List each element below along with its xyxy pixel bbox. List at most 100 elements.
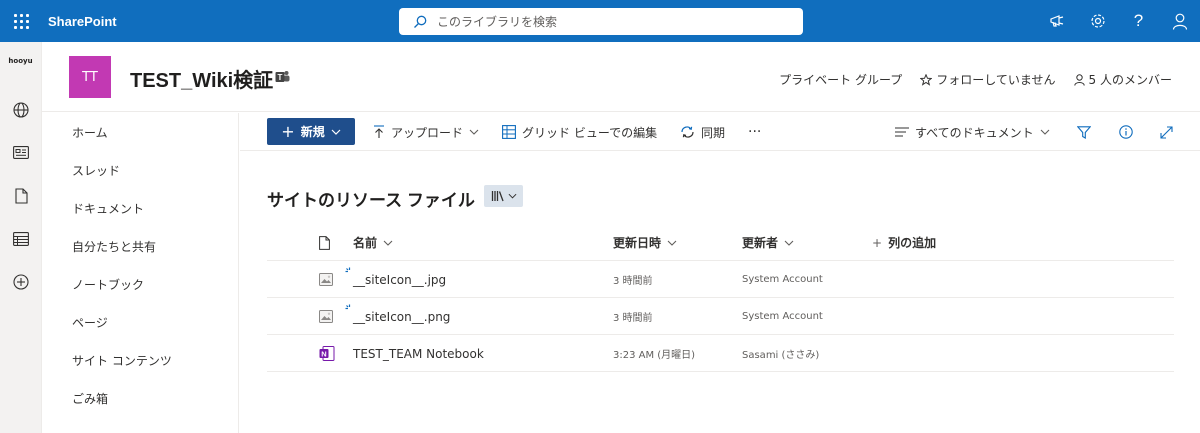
modified-cell: 3 時間前 xyxy=(613,276,653,287)
list-icon xyxy=(13,231,29,246)
nav-item[interactable]: ホーム xyxy=(42,113,238,151)
modified-by-cell[interactable]: System Account xyxy=(742,261,823,298)
chevron-down-icon xyxy=(1040,129,1050,135)
more-commands-button[interactable]: ··· xyxy=(748,113,761,151)
file-name-link[interactable]: __siteIcon__.png xyxy=(353,298,450,335)
site-title[interactable]: TEST_Wiki検証 xyxy=(130,64,273,93)
modified-column-label: 更新日時 xyxy=(613,236,662,250)
name-column-header[interactable]: 名前 xyxy=(353,224,393,261)
follow-button[interactable]: フォローしていません xyxy=(920,71,1056,88)
chevron-down-icon xyxy=(469,129,479,135)
chevron-down-icon xyxy=(331,129,341,135)
left-navigation: ホーム スレッド ドキュメント 自分たちと共有 ノートブック ページ サイト コンテンツ ごみ… xyxy=(42,113,239,433)
document-icon xyxy=(14,187,28,204)
app-rail: hooyu xyxy=(0,42,42,433)
nav-item[interactable]: ドキュメント xyxy=(42,189,238,227)
settings-button[interactable] xyxy=(1077,0,1118,42)
svg-text:T: T xyxy=(278,73,283,82)
modified-by-column-label: 更新者 xyxy=(742,236,779,250)
new-button[interactable]: + 新規 xyxy=(267,118,355,145)
person-icon xyxy=(1172,13,1187,30)
rail-create-button[interactable] xyxy=(0,260,42,303)
more-icon: ··· xyxy=(748,124,762,140)
add-column-label: 列の追加 xyxy=(888,236,937,250)
name-column-label: 名前 xyxy=(353,236,378,250)
privacy-label: プライベート グループ xyxy=(779,73,903,87)
rail-lists-button[interactable] xyxy=(0,217,42,260)
members-button[interactable]: 5 人のメンバー xyxy=(1073,71,1172,88)
modified-cell: 3:23 AM (月曜日) xyxy=(613,350,696,361)
image-file-icon xyxy=(319,261,333,298)
table-row[interactable]: __siteIcon__.png 3 時間前 System Account xyxy=(267,298,1174,335)
nav-item[interactable]: ノートブック xyxy=(42,265,238,303)
onenote-icon: N xyxy=(319,335,335,372)
app-launcher-button[interactable] xyxy=(0,0,42,42)
suite-bar: SharePoint ? xyxy=(0,0,1200,42)
details-pane-button[interactable] xyxy=(1119,113,1133,151)
grid-edit-label: グリッド ビューでの編集 xyxy=(522,125,658,140)
view-switcher[interactable] xyxy=(484,185,523,207)
person-icon xyxy=(1073,73,1085,86)
view-selector[interactable]: すべてのドキュメント xyxy=(895,113,1050,151)
list-header: 名前 更新日時 更新者 + 列の追加 xyxy=(267,224,1174,261)
app-name-link[interactable]: SharePoint xyxy=(48,14,117,29)
modified-by-column-header[interactable]: 更新者 xyxy=(742,224,794,261)
account-button[interactable] xyxy=(1159,0,1200,42)
sync-button[interactable]: 同期 xyxy=(680,113,725,151)
chevron-down-icon xyxy=(784,240,794,246)
grid-icon xyxy=(502,125,516,139)
modified-column-header[interactable]: 更新日時 xyxy=(613,224,677,261)
lines-icon xyxy=(895,127,909,137)
svg-text:N: N xyxy=(321,350,326,359)
org-logo[interactable]: hooyu xyxy=(0,42,41,88)
modified-by-cell[interactable]: System Account xyxy=(742,298,823,335)
upload-label: アップロード xyxy=(391,125,464,140)
waffle-icon xyxy=(13,13,29,29)
document-icon xyxy=(319,235,330,250)
nav-item[interactable]: ごみ箱 xyxy=(42,379,238,417)
search-icon xyxy=(414,15,427,28)
library-title: サイトのリソース ファイル xyxy=(267,191,475,210)
upload-icon xyxy=(374,125,384,138)
nav-item[interactable]: サイト コンテンツ xyxy=(42,341,238,379)
nav-item[interactable]: ページ xyxy=(42,303,238,341)
document-list: 名前 更新日時 更新者 + 列の追加 __siteIcon__.jpg 3 時間前… xyxy=(267,224,1174,372)
rail-news-button[interactable] xyxy=(0,131,42,174)
search-box[interactable] xyxy=(399,8,803,35)
chevron-down-icon xyxy=(667,240,677,246)
gear-icon xyxy=(1090,14,1105,28)
filter-icon xyxy=(1077,125,1091,139)
follow-label: フォローしていません xyxy=(936,73,1056,87)
teams-icon[interactable]: T xyxy=(275,70,290,84)
news-icon xyxy=(13,146,29,159)
upload-button[interactable]: アップロード xyxy=(373,113,479,151)
search-input[interactable] xyxy=(437,14,777,29)
nav-item[interactable]: 自分たちと共有 xyxy=(42,227,238,265)
view-selector-label: すべてのドキュメント xyxy=(915,125,1034,140)
table-row[interactable]: __siteIcon__.jpg 3 時間前 System Account xyxy=(267,261,1174,298)
add-circle-icon xyxy=(13,273,29,290)
chevron-down-icon xyxy=(383,240,393,246)
grid-edit-button[interactable]: グリッド ビューでの編集 xyxy=(502,113,657,151)
modified-by-cell[interactable]: Sasami (ささみ) xyxy=(742,335,819,372)
nav-item[interactable]: スレッド xyxy=(42,151,238,189)
rail-sites-button[interactable] xyxy=(0,88,42,131)
rail-files-button[interactable] xyxy=(0,174,42,217)
sync-icon xyxy=(681,126,694,138)
members-label: 5 人のメンバー xyxy=(1088,73,1172,87)
globe-icon xyxy=(13,101,29,118)
site-logo[interactable]: TT xyxy=(69,56,111,98)
sync-label: 同期 xyxy=(701,125,726,140)
table-row[interactable]: N TEST_TEAM Notebook 3:23 AM (月曜日) Sasami (… xyxy=(267,335,1174,372)
command-bar: + 新規 アップロード グリッド ビューでの編集 同期 ··· すべてのドキュメ… xyxy=(240,113,1200,151)
file-name-link[interactable]: TEST_TEAM Notebook xyxy=(353,335,484,372)
plus-icon: + xyxy=(281,122,295,141)
file-name-link[interactable]: __siteIcon__.jpg xyxy=(353,261,446,298)
fullscreen-button[interactable] xyxy=(1160,113,1173,151)
info-icon xyxy=(1119,125,1133,139)
feedback-button[interactable] xyxy=(1036,0,1077,42)
add-column-button[interactable]: + 列の追加 xyxy=(872,224,936,261)
filter-button[interactable] xyxy=(1077,113,1091,151)
file-type-column[interactable] xyxy=(319,224,330,261)
help-button[interactable]: ? xyxy=(1118,0,1159,42)
